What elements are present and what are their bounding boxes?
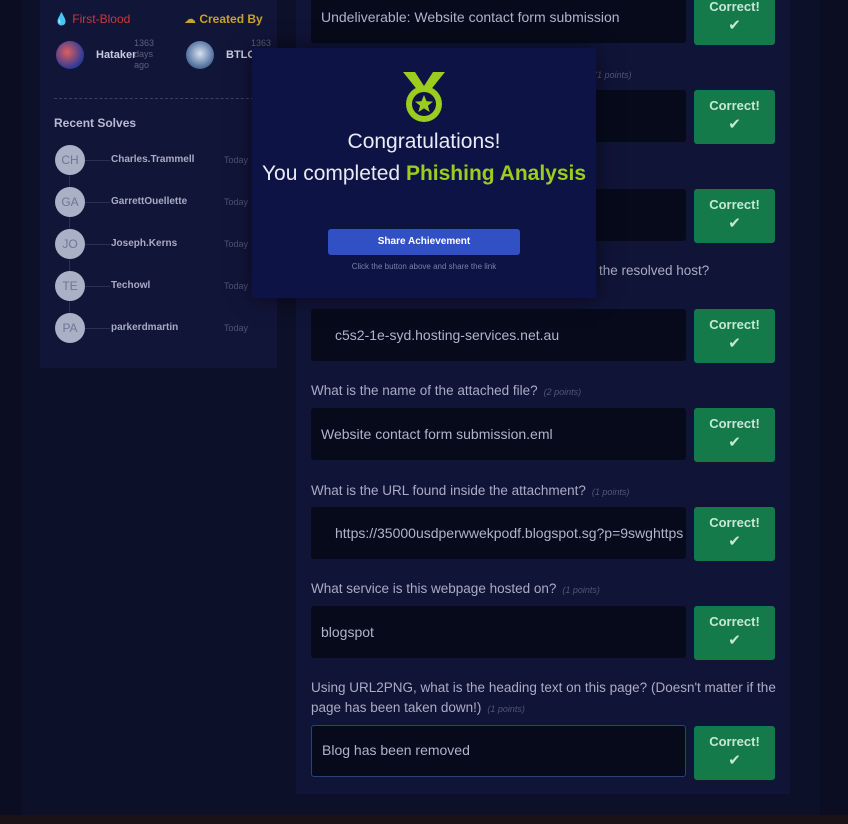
checkmark-icon: ✔ bbox=[728, 752, 741, 769]
creator-avatar[interactable] bbox=[186, 41, 214, 69]
points-label: (2 points) bbox=[543, 387, 582, 397]
correct-button[interactable]: Correct! ✔ bbox=[694, 309, 775, 363]
correct-label: Correct! bbox=[709, 98, 760, 113]
blood-drop-icon: 💧 bbox=[54, 12, 69, 26]
answer-field[interactable]: c5s2-1e-syd.hosting-services.net.au bbox=[311, 309, 686, 361]
medal-icon bbox=[403, 72, 445, 122]
correct-label: Correct! bbox=[709, 416, 760, 431]
correct-button[interactable]: Correct! ✔ bbox=[694, 606, 775, 660]
recent-solves-title: Recent Solves bbox=[54, 116, 137, 130]
question-text: Using URL2PNG, what is the heading text … bbox=[311, 680, 776, 715]
solver-name[interactable]: Joseph.Kerns bbox=[111, 238, 177, 249]
first-blood-username[interactable]: Hataker bbox=[96, 49, 136, 61]
answer-field[interactable]: https://35000usdperwwekpodf.blogspot.sg?… bbox=[311, 507, 686, 559]
recent-solve-item: CH Charles.Trammell Today bbox=[54, 145, 264, 177]
points-label: (1 points) bbox=[591, 487, 630, 497]
created-by-header: ☁ Created By bbox=[184, 12, 263, 26]
question-label: What service is this webpage hosted on? (… bbox=[311, 579, 781, 600]
solve-time: Today bbox=[224, 239, 249, 249]
first-blood-avatar[interactable] bbox=[56, 41, 84, 69]
correct-button[interactable]: Correct! ✔ bbox=[694, 507, 775, 561]
solve-time: Today bbox=[224, 155, 249, 165]
correct-button[interactable]: Correct! ✔ bbox=[694, 726, 775, 780]
completion-text: You completed bbox=[261, 162, 401, 185]
avatar[interactable]: JO bbox=[55, 229, 85, 259]
recent-solve-item: PA parkerdmartin Today bbox=[54, 313, 264, 345]
checkmark-icon: ✔ bbox=[728, 17, 741, 34]
correct-label: Correct! bbox=[709, 614, 760, 629]
recent-solve-item: TE Techowl Today bbox=[54, 271, 264, 303]
avatar[interactable]: GA bbox=[55, 187, 85, 217]
timeline-connector bbox=[85, 244, 110, 245]
achievement-modal: Congratulations! You completed Phishing … bbox=[252, 48, 596, 298]
timeline-connector bbox=[85, 286, 110, 287]
correct-button[interactable]: Correct! ✔ bbox=[694, 0, 775, 45]
challenge-name: Phishing Analysis bbox=[405, 162, 587, 185]
modal-title: Congratulations! bbox=[347, 130, 501, 153]
correct-label: Correct! bbox=[709, 734, 760, 749]
timeline-connector bbox=[85, 202, 110, 203]
solver-name[interactable]: Charles.Trammell bbox=[111, 154, 194, 165]
solver-name[interactable]: parkerdmartin bbox=[111, 322, 178, 333]
recent-solve-item: GA GarrettOuellette Today bbox=[54, 187, 264, 219]
first-blood-label: First-Blood bbox=[72, 12, 131, 26]
checkmark-icon: ✔ bbox=[728, 215, 741, 232]
share-achievement-button[interactable]: Share Achievement bbox=[328, 229, 520, 255]
question-label: Using URL2PNG, what is the heading text … bbox=[311, 678, 781, 719]
created-by-label: Created By bbox=[199, 12, 263, 26]
avatar[interactable]: PA bbox=[55, 313, 85, 343]
question-label: the resolved host? bbox=[599, 263, 710, 278]
question-text: What service is this webpage hosted on? bbox=[311, 581, 557, 596]
avatar[interactable]: TE bbox=[55, 271, 85, 301]
points-label: (1 points) bbox=[562, 585, 600, 595]
solve-time: Today bbox=[224, 197, 249, 207]
checkmark-icon: ✔ bbox=[728, 335, 741, 352]
recent-solve-item: JO Joseph.Kerns Today bbox=[54, 229, 264, 261]
question-points: (1 points) bbox=[594, 64, 714, 85]
answer-field[interactable]: Website contact form submission.eml bbox=[311, 408, 686, 460]
modal-subtitle: You completed Phishing Analysis bbox=[252, 160, 596, 187]
checkmark-icon: ✔ bbox=[728, 533, 741, 550]
answer-field[interactable]: Undeliverable: Website contact form subm… bbox=[311, 0, 686, 43]
bottom-strip bbox=[0, 815, 848, 824]
correct-label: Correct! bbox=[709, 317, 760, 332]
solve-time: Today bbox=[224, 323, 249, 333]
correct-button[interactable]: Correct! ✔ bbox=[694, 90, 775, 144]
first-blood-days: 1363 days ago bbox=[134, 38, 155, 70]
solver-name[interactable]: GarrettOuellette bbox=[111, 196, 187, 207]
checkmark-icon: ✔ bbox=[728, 116, 741, 133]
timeline-connector bbox=[85, 328, 110, 329]
question-text: What is the name of the attached file? bbox=[311, 383, 538, 398]
share-hint: Click the button above and share the lin… bbox=[351, 262, 497, 271]
correct-label: Correct! bbox=[709, 515, 760, 530]
question-text: What is the URL found inside the attachm… bbox=[311, 483, 586, 498]
timeline-connector bbox=[85, 160, 110, 161]
sidebar-divider bbox=[54, 98, 264, 99]
cloud-icon: ☁ bbox=[184, 12, 196, 26]
correct-button[interactable]: Correct! ✔ bbox=[694, 189, 775, 243]
correct-label: Correct! bbox=[709, 0, 760, 14]
checkmark-icon: ✔ bbox=[728, 632, 741, 649]
points-label: (1 points) bbox=[594, 70, 632, 80]
answer-field[interactable]: Blog has been removed bbox=[311, 725, 686, 777]
checkmark-icon: ✔ bbox=[728, 434, 741, 451]
question-label: What is the name of the attached file? (2… bbox=[311, 381, 781, 402]
points-label: (1 points) bbox=[487, 704, 525, 714]
avatar[interactable]: CH bbox=[55, 145, 85, 175]
challenge-sidebar: 💧 First-Blood ☁ Created By Hataker 1363 … bbox=[40, 0, 277, 368]
correct-button[interactable]: Correct! ✔ bbox=[694, 408, 775, 462]
correct-label: Correct! bbox=[709, 197, 760, 212]
solver-name[interactable]: Techowl bbox=[111, 280, 150, 291]
answer-field[interactable]: blogspot bbox=[311, 606, 686, 658]
solve-time: Today bbox=[224, 281, 249, 291]
question-label: What is the URL found inside the attachm… bbox=[311, 481, 781, 502]
first-blood-header: 💧 First-Blood bbox=[54, 12, 130, 26]
